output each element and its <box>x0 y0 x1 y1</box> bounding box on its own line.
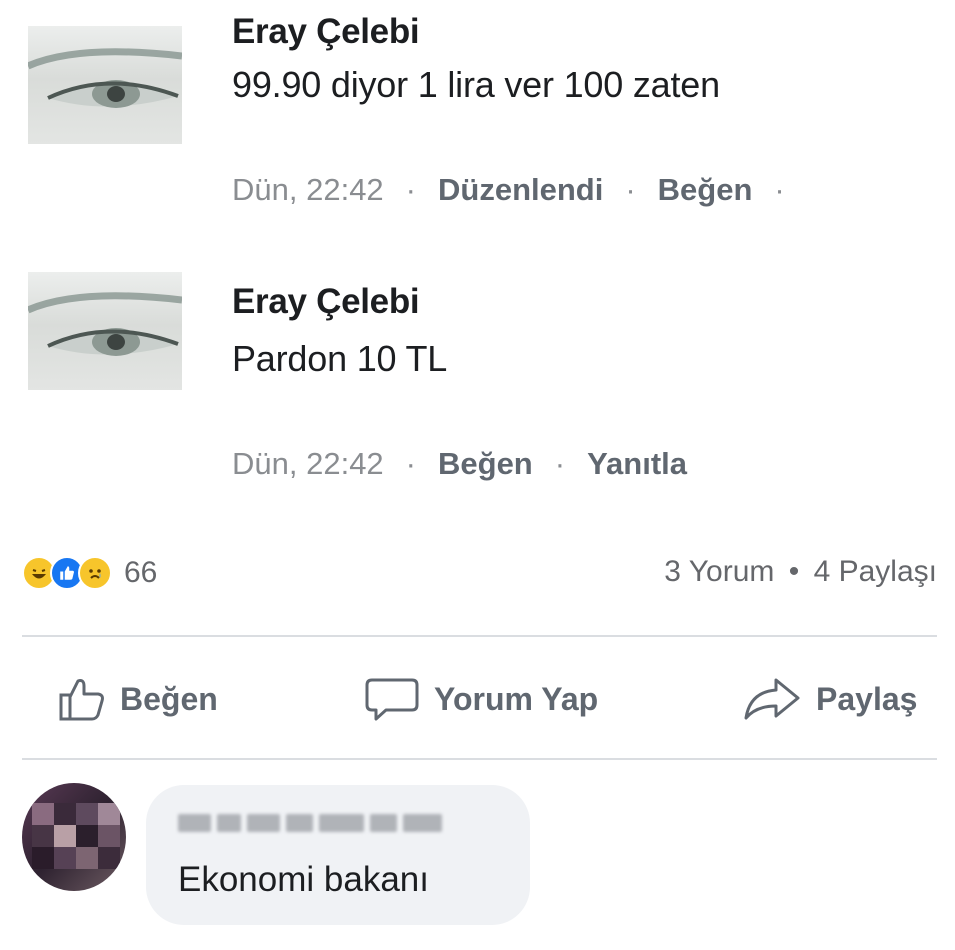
share-arrow-icon <box>744 678 800 720</box>
comment-meta: Dün, 22:42 · Düzenlendi · Beğen · <box>232 172 807 208</box>
thumbs-up-icon <box>59 679 104 721</box>
separator-dot: · <box>405 446 416 481</box>
reactions-summary[interactable]: 66 <box>22 555 157 591</box>
comment-like-link[interactable]: Beğen <box>658 172 753 207</box>
blurred-author-name[interactable] <box>178 812 442 834</box>
edited-label[interactable]: Düzenlendi <box>438 172 603 207</box>
comment-author[interactable]: Eray Çelebi <box>232 12 420 52</box>
comment-like-link[interactable]: Beğen <box>438 446 533 481</box>
comment-time[interactable]: Dün, 22:42 <box>232 172 384 207</box>
comment-button-label: Yorum Yap <box>434 680 599 717</box>
divider <box>22 758 937 760</box>
share-button-label: Paylaş <box>816 680 918 717</box>
comment-time[interactable]: Dün, 22:42 <box>232 446 384 481</box>
reaction-count[interactable]: 66 <box>124 556 157 590</box>
reply-comment-text: Ekonomi bakanı <box>178 860 429 899</box>
commenter-avatar-pixelated[interactable] <box>22 783 126 891</box>
share-count[interactable]: 4 Paylaşı <box>814 555 937 588</box>
comment-reply-link[interactable]: Yanıtla <box>587 446 687 481</box>
separator-dot: · <box>554 446 566 481</box>
comment-bubble <box>146 785 530 925</box>
post-stats: 3 Yorum • 4 Paylaşı <box>664 555 937 589</box>
commenter-avatar[interactable] <box>28 272 182 390</box>
comment-bubble-icon <box>365 678 419 721</box>
share-button[interactable]: Paylaş <box>742 675 917 723</box>
eye-photo <box>28 292 182 356</box>
comment-text: Pardon 10 TL <box>232 338 448 379</box>
sad-icon <box>78 556 112 590</box>
separator-dot: · <box>625 172 636 207</box>
separator-dot: • <box>788 555 800 588</box>
comment-text: 99.90 diyor 1 lira ver 100 zaten <box>232 64 720 105</box>
comment-count[interactable]: 3 Yorum <box>664 555 774 588</box>
comment-button[interactable]: Yorum Yap <box>364 675 598 723</box>
comment-author[interactable]: Eray Çelebi <box>232 282 420 322</box>
commenter-avatar[interactable] <box>28 26 182 144</box>
divider <box>22 635 937 637</box>
separator-dot: · <box>774 172 785 207</box>
like-button-label: Beğen <box>120 680 218 717</box>
eye-photo <box>28 48 182 108</box>
like-button[interactable]: Beğen <box>58 675 218 723</box>
separator-dot: · <box>405 172 416 207</box>
comment-meta: Dün, 22:42 · Beğen · Yanıtla <box>232 446 687 482</box>
